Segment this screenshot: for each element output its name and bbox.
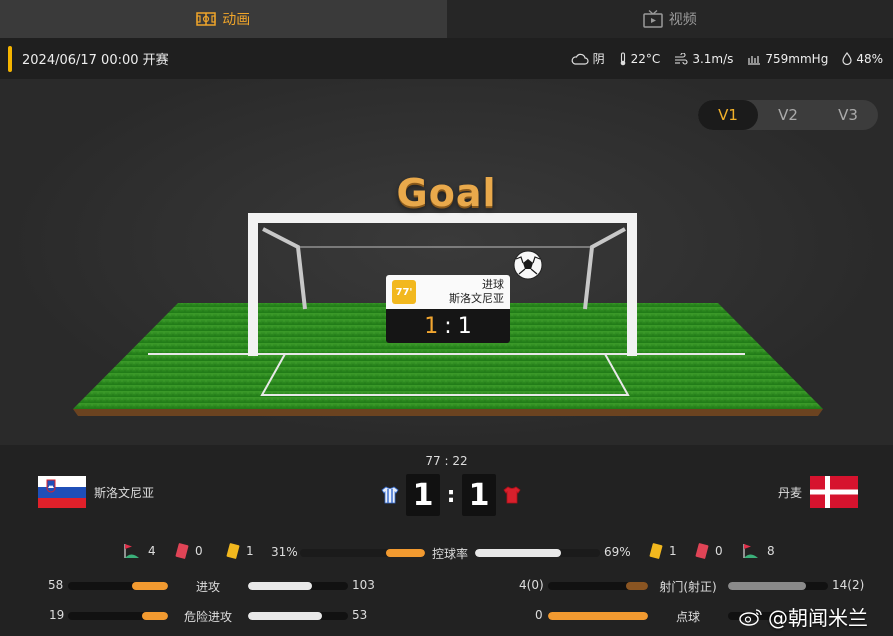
match-clock: 77 : 22 <box>425 454 468 468</box>
home-yellow-cards: 1 <box>226 543 254 559</box>
weather-item: 阴 <box>571 50 605 67</box>
tv-icon <box>643 10 663 28</box>
humidity-icon <box>842 52 852 65</box>
home-team: 斯洛文尼亚 <box>38 476 154 508</box>
watermark-text: @朝闻米兰 <box>768 606 868 630</box>
away-possession-fill <box>475 549 562 557</box>
home-possession-bar <box>300 549 425 557</box>
away-yellow-count: 1 <box>669 544 677 558</box>
away-jersey-icon <box>503 486 521 504</box>
home-red-count: 0 <box>195 544 203 558</box>
event-minute-badge: 77' <box>392 280 416 304</box>
wind-item: 3.1m/s <box>674 52 733 66</box>
kickoff-datetime: 2024/06/17 00:00 开赛 <box>22 53 169 68</box>
pressure-item: 759mmHg <box>747 52 828 66</box>
pressure-text: 759mmHg <box>765 51 829 66</box>
home-team-name: 斯洛文尼亚 <box>94 485 155 500</box>
denmark-flag-icon <box>810 476 858 508</box>
score-separator: : <box>446 482 456 508</box>
home-penalties-bar <box>548 612 648 620</box>
event-team: 斯洛文尼亚 <box>449 292 504 305</box>
home-yellow-count: 1 <box>246 544 254 558</box>
event-type: 进球 <box>482 278 504 291</box>
away-shots-bar <box>728 582 828 590</box>
away-team-name: 丹麦 <box>777 485 802 500</box>
home-penalties: 0 <box>535 608 543 622</box>
tab-animation[interactable]: 动画 <box>0 0 447 38</box>
away-red-count: 0 <box>715 544 723 558</box>
shots-row: 4(0) 射门(射正) 14(2) <box>0 577 893 595</box>
red-card-icon <box>175 543 189 559</box>
home-shots-bar <box>548 582 648 590</box>
match-info-bar: 2024/06/17 00:00 开赛 阴 22°C 3.1m/s 759mmH… <box>0 38 893 79</box>
temperature-item: 22°C <box>619 51 661 66</box>
watermark: @朝闻米兰 <box>738 602 868 631</box>
penalties-label: 点球 <box>675 610 700 624</box>
home-jersey-icon <box>381 486 399 504</box>
pressure-icon <box>748 55 761 65</box>
goal-post-right <box>627 213 637 356</box>
animation-stage: V1 V2 V3 Goal 77' 进球 斯洛文尼亚 1: 1 <box>0 79 893 445</box>
temperature-text: 22°C <box>630 51 661 66</box>
tab-animation-label: 动画 <box>222 12 251 28</box>
away-score: 1 <box>462 474 496 516</box>
weather-info: 阴 22°C 3.1m/s 759mmHg 48% <box>571 50 883 67</box>
tab-video[interactable]: 视频 <box>446 0 893 38</box>
main-score: 1 : 1 <box>380 474 522 516</box>
humidity-text: 48% <box>856 51 883 66</box>
pitch-illustration <box>73 213 823 416</box>
possession-label: 控球率 <box>431 547 468 561</box>
away-yellow-cards: 1 <box>649 543 677 559</box>
away-possession-bar <box>475 549 600 557</box>
home-shots-fill <box>625 582 648 590</box>
away-corners-count: 8 <box>767 544 775 558</box>
home-shots: 4(0) <box>519 578 544 592</box>
weibo-icon <box>739 608 762 626</box>
event-score-separator: : <box>444 313 452 339</box>
home-possession: 31% <box>271 545 298 559</box>
yellow-card-icon <box>649 543 663 559</box>
thermometer-icon <box>620 51 625 65</box>
away-shots: 14(2) <box>832 578 865 592</box>
wind-text: 3.1m/s <box>692 51 734 66</box>
weather-text: 阴 <box>592 52 605 66</box>
event-score: 1 : 1 <box>386 309 510 343</box>
home-penalties-fill <box>548 612 648 620</box>
view-tabs: 动画 视频 <box>0 0 893 38</box>
home-red-cards: 0 <box>175 543 203 559</box>
event-score-away: 1 <box>457 313 472 339</box>
wind-icon <box>675 52 688 65</box>
goal-headline: Goal <box>396 171 497 215</box>
cloudy-icon <box>571 53 589 65</box>
shots-label: 射门(射正) <box>659 580 717 594</box>
red-card-icon <box>695 543 709 559</box>
home-corners-count: 4 <box>148 544 156 558</box>
ball-icon <box>513 250 543 280</box>
possession-row: 4 0 1 31% 控球率 69% 1 0 8 <box>0 543 893 563</box>
corner-flag-icon <box>124 544 139 558</box>
event-score-home: 1 <box>424 313 439 339</box>
home-score: 1 <box>406 474 440 516</box>
tab-video-label: 视频 <box>668 12 697 28</box>
yellow-card-icon <box>226 543 240 559</box>
accent-marker <box>8 45 12 72</box>
away-corners: 8 <box>741 543 775 559</box>
humidity-item: 48% <box>842 52 883 66</box>
away-possession: 69% <box>604 545 631 559</box>
away-team: 丹麦 <box>778 476 858 508</box>
away-red-cards: 0 <box>695 543 723 559</box>
home-possession-fill <box>386 549 425 557</box>
corner-flag-icon <box>743 544 758 558</box>
event-description: 进球 斯洛文尼亚 <box>449 278 504 306</box>
away-shots-fill <box>728 582 806 590</box>
home-corners: 4 <box>122 543 156 559</box>
pitch-icon <box>196 12 216 26</box>
goal-event-card: 77' 进球 斯洛文尼亚 <box>386 275 510 309</box>
slovenia-flag-icon <box>38 476 86 508</box>
goal-post-left <box>248 213 258 356</box>
